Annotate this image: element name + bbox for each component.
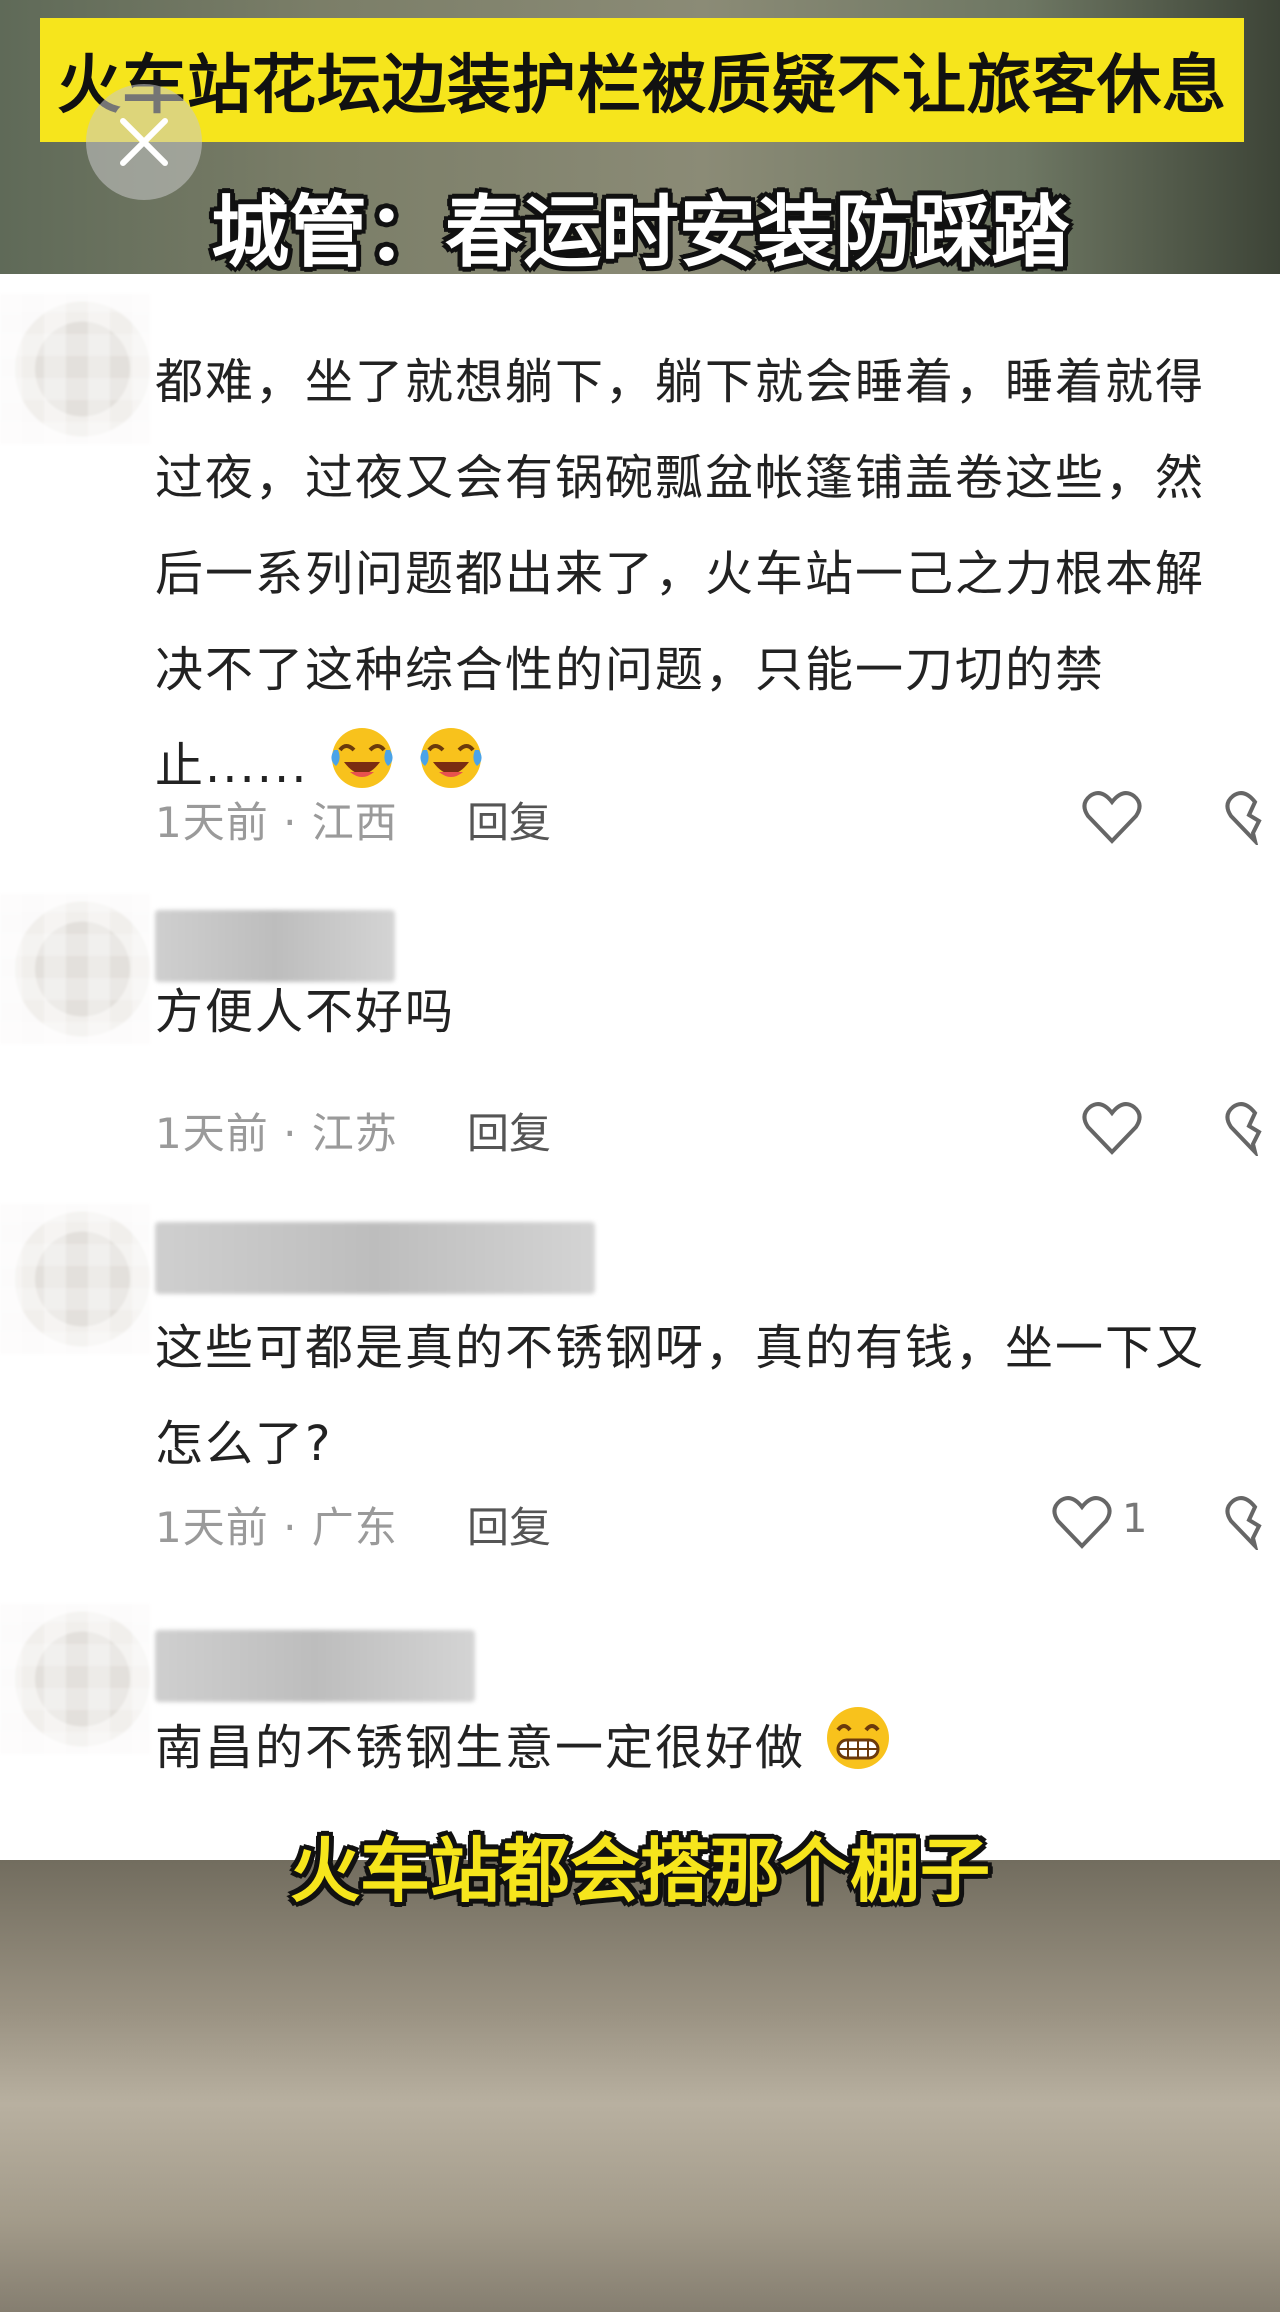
comment-line-text: 止......: [155, 738, 309, 794]
headline-banner: 火车站花坛边装护栏被质疑不让旅客休息: [40, 18, 1244, 142]
comment-meta: 1天前 · 江西: [155, 798, 398, 847]
comment-line: 这些可都是真的不锈钢呀，真的有钱，坐一下又: [155, 1320, 1206, 1376]
comment-text: 方便人不好吗: [155, 964, 1265, 1060]
comment-line: 怎么了?: [155, 1416, 333, 1472]
avatar[interactable]: [0, 894, 150, 1044]
comment-text: 这些可都是真的不锈钢呀，真的有钱，坐一下又 怎么了?: [155, 1300, 1265, 1492]
like-count: 1: [1122, 1496, 1148, 1542]
comment-line: 南昌的不锈钢生意一定很好做: [155, 1700, 1265, 1806]
comment-panel: 都难，坐了就想躺下，躺下就会睡着，睡着就得 过夜，过夜又会有锅碗瓢盆帐篷铺盖卷这…: [0, 274, 1280, 1860]
dislike-icon[interactable]: [1225, 789, 1280, 848]
dislike-icon[interactable]: [1225, 1100, 1280, 1159]
username-blurred: [155, 1222, 595, 1294]
avatar[interactable]: [0, 294, 150, 444]
grinning-emoji: [822, 1702, 894, 1806]
comment-line: 过夜，过夜又会有锅碗瓢盆帐篷铺盖卷这些，然: [155, 450, 1206, 506]
comment-line: 方便人不好吗: [155, 984, 456, 1040]
comment-text: 都难，坐了就想躺下，躺下就会睡着，睡着就得 过夜，过夜又会有锅碗瓢盆帐篷铺盖卷这…: [155, 334, 1265, 824]
comment-line: 后一系列问题都出来了，火车站一己之力根本解: [155, 546, 1206, 602]
reply-button[interactable]: 回复: [467, 1494, 551, 1555]
like-icon[interactable]: [1082, 789, 1142, 845]
avatar[interactable]: [0, 1204, 150, 1354]
username-blurred: [155, 1630, 475, 1702]
close-icon: [120, 118, 168, 166]
comment-line: 都难，坐了就想躺下，躺下就会睡着，睡着就得: [155, 354, 1206, 410]
comment-line: 决不了这种综合性的问题，只能一刀切的禁: [155, 642, 1106, 698]
top-caption: 城管：春运时安装防踩踏: [210, 188, 1069, 278]
reply-button[interactable]: 回复: [467, 789, 551, 850]
like-icon[interactable]: [1052, 1494, 1112, 1550]
reply-button[interactable]: 回复: [467, 1100, 551, 1161]
comment-meta: 1天前 · 广东: [155, 1503, 398, 1552]
comment-meta: 1天前 · 江苏: [155, 1109, 398, 1158]
avatar[interactable]: [0, 1604, 150, 1754]
dislike-icon[interactable]: [1225, 1494, 1280, 1553]
headline-text: 火车站花坛边装护栏被质疑不让旅客休息: [57, 49, 1227, 123]
video-background-bottom: [0, 1850, 1280, 2312]
bottom-caption: 火车站都会搭那个棚子: [290, 1830, 990, 1912]
like-icon[interactable]: [1082, 1100, 1142, 1156]
comment-line-text: 南昌的不锈钢生意一定很好做: [155, 1720, 806, 1776]
comment-text: 南昌的不锈钢生意一定很好做: [155, 1700, 1265, 1806]
